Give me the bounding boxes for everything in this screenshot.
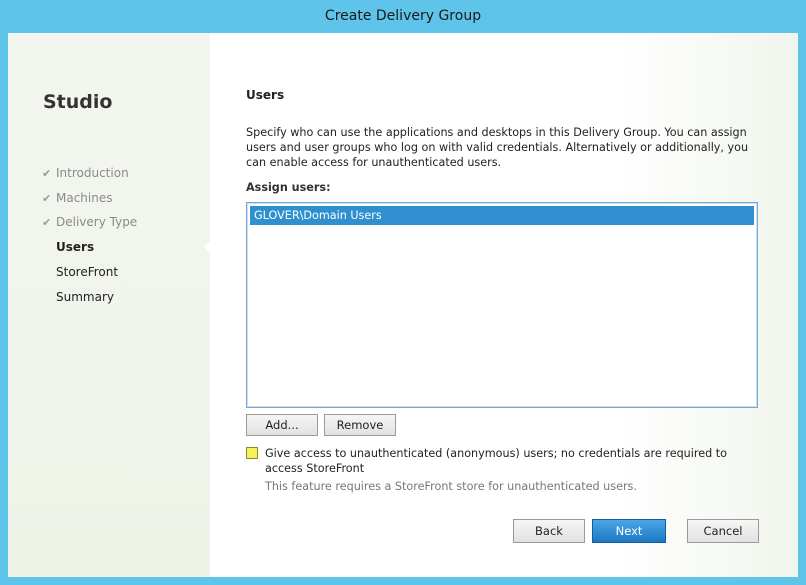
step-label: Users [56,240,95,254]
remove-users-button[interactable]: Remove [324,414,396,436]
step-label: Machines [56,191,113,205]
wizard-content: Studio ✔ Introduction ✔ Machines ✔ Delivery… [8,33,798,577]
step-summary: Summary [56,288,114,306]
anonymous-access-note: This feature requires a StoreFront store… [265,480,637,493]
create-delivery-group-window: Create Delivery Group Studio ✔ Introducti… [0,0,806,585]
users-page: Users Specify who can use the applicatio… [210,33,798,577]
cancel-button[interactable]: Cancel [687,519,759,543]
step-label: Delivery Type [56,215,138,229]
page-description: Specify who can use the applications and… [246,126,749,169]
window-title: Create Delivery Group [324,8,482,24]
step-delivery-type[interactable]: ✔ Delivery Type [42,213,137,231]
step-label: Summary [56,290,114,304]
back-button[interactable]: Back [513,519,585,543]
checkmark-icon: ✔ [42,216,52,229]
list-item[interactable]: GLOVER\Domain Users [250,206,754,225]
studio-brand: Studio [43,91,113,113]
wizard-sidebar: Studio ✔ Introduction ✔ Machines ✔ Delivery… [8,33,212,577]
step-users[interactable]: Users [56,238,94,256]
step-storefront: StoreFront [56,263,118,281]
anonymous-access-label[interactable]: Give access to unauthenticated (anonymou… [265,446,765,476]
assigned-users-list[interactable]: GLOVER\Domain Users [246,202,758,408]
step-introduction[interactable]: ✔ Introduction [42,164,129,182]
checkmark-icon: ✔ [42,192,52,205]
next-button[interactable]: Next [592,519,666,543]
step-machines[interactable]: ✔ Machines [42,189,112,207]
page-title: Users [246,88,285,102]
step-label: Introduction [56,166,129,180]
checkmark-icon: ✔ [42,167,52,180]
add-users-button[interactable]: Add... [246,414,318,436]
step-label: StoreFront [56,265,119,279]
anonymous-access-checkbox[interactable] [246,447,258,459]
assign-users-label: Assign users: [246,181,331,194]
